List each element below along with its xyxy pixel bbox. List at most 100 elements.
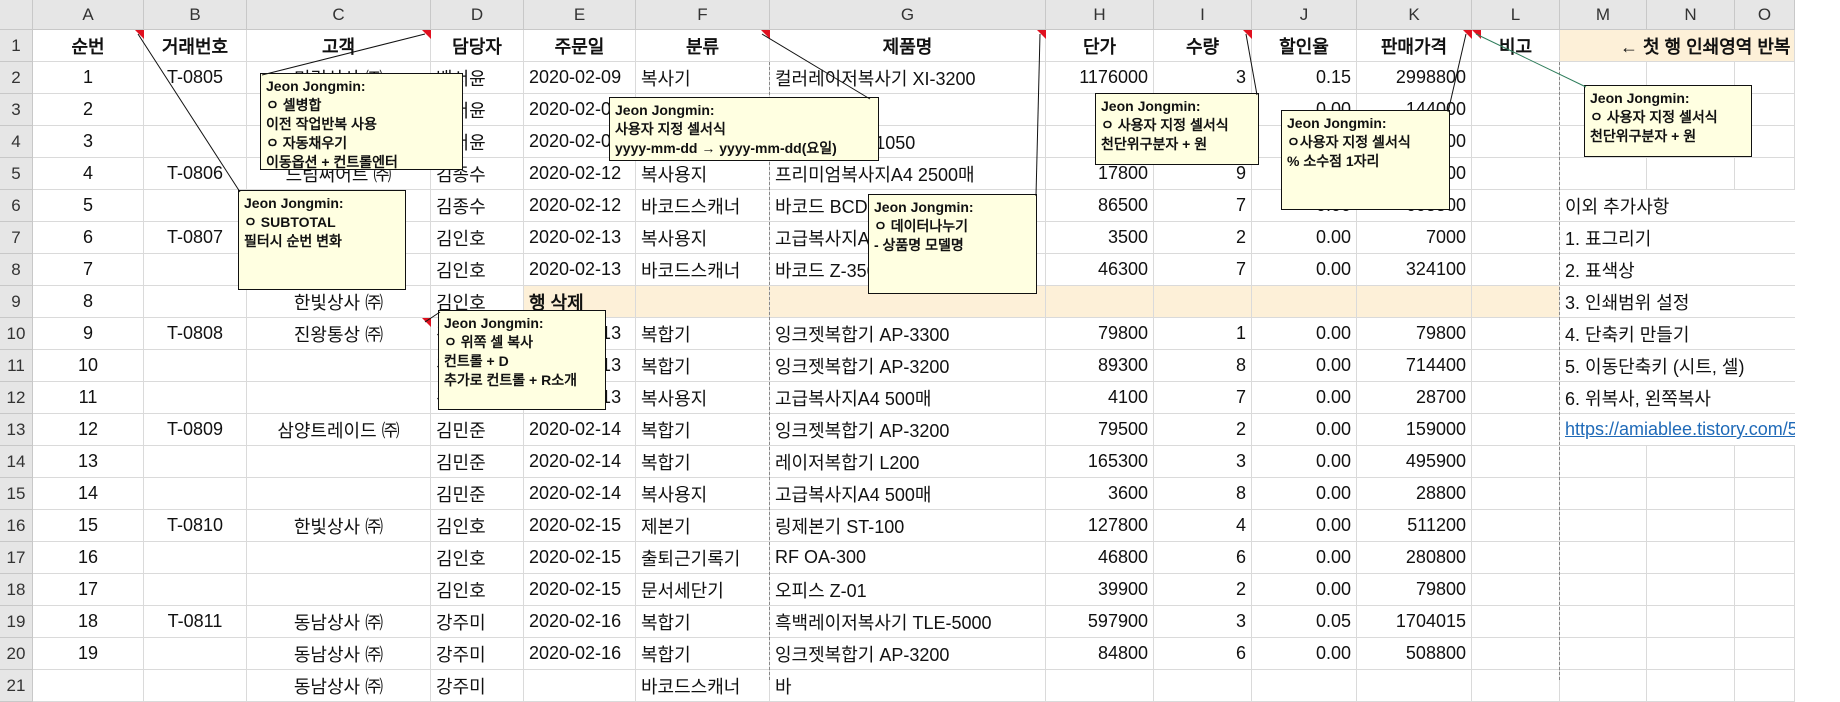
cell-F16[interactable]: 제본기: [636, 510, 770, 542]
cell-F19[interactable]: 복합기: [636, 606, 770, 638]
cell-H20[interactable]: 84800: [1046, 638, 1154, 670]
cell-F17[interactable]: 출퇴근기록기: [636, 542, 770, 574]
cell-A15[interactable]: 14: [33, 478, 144, 510]
cell-A18[interactable]: 17: [33, 574, 144, 606]
note-cell-M6[interactable]: 이외 추가사항: [1560, 190, 1795, 222]
cell-N17[interactable]: [1647, 542, 1735, 574]
cell-H7[interactable]: 3500: [1046, 222, 1154, 254]
cell-H17[interactable]: 46800: [1046, 542, 1154, 574]
cell-A8[interactable]: 7: [33, 254, 144, 286]
cell-G15[interactable]: 고급복사지A4 500매: [770, 478, 1046, 510]
cell-A20[interactable]: 19: [33, 638, 144, 670]
comment-indicator-A1[interactable]: [135, 30, 144, 39]
row-header-6[interactable]: 6: [0, 190, 33, 222]
cell-N14[interactable]: [1647, 446, 1735, 478]
cell-L3[interactable]: [1472, 94, 1560, 126]
header-cell-E[interactable]: 주문일: [524, 30, 636, 62]
cell-A17[interactable]: 16: [33, 542, 144, 574]
cell-I11[interactable]: 8: [1154, 350, 1252, 382]
cell-N21[interactable]: [1647, 670, 1735, 702]
cell-K20[interactable]: 508800: [1357, 638, 1472, 670]
comment-box-c[interactable]: Jeon Jongmin: ㅇ 셀병합 이전 작업반복 사용 ㅇ 자동채우기 이동…: [260, 73, 463, 170]
cell-N15[interactable]: [1647, 478, 1735, 510]
cell-L20[interactable]: [1472, 638, 1560, 670]
cell-K13[interactable]: 159000: [1357, 414, 1472, 446]
cell-B6[interactable]: [144, 190, 247, 222]
comment-box-k[interactable]: Jeon Jongmin: ㅇ사용자 지정 셀서식 % 소수점 1자리: [1281, 110, 1450, 210]
cell-B2[interactable]: T-0805: [144, 62, 247, 94]
column-header-G[interactable]: G: [770, 0, 1046, 30]
column-header-A[interactable]: A: [33, 0, 144, 30]
cell-J18[interactable]: 0.00: [1252, 574, 1357, 606]
header-cell-I[interactable]: 수량: [1154, 30, 1252, 62]
cell-B14[interactable]: [144, 446, 247, 478]
cell-O16[interactable]: [1735, 510, 1795, 542]
column-header-O[interactable]: O: [1735, 0, 1795, 30]
row-header-2[interactable]: 2: [0, 62, 33, 94]
cell-J19[interactable]: 0.05: [1252, 606, 1357, 638]
cell-C11[interactable]: [247, 350, 431, 382]
cell-F18[interactable]: 문서세단기: [636, 574, 770, 606]
cell-K8[interactable]: 324100: [1357, 254, 1472, 286]
cell-H14[interactable]: 165300: [1046, 446, 1154, 478]
row-header-1[interactable]: 1: [0, 30, 33, 62]
cell-D19[interactable]: 강주미: [431, 606, 524, 638]
cell-H6[interactable]: 86500: [1046, 190, 1154, 222]
cell-A19[interactable]: 18: [33, 606, 144, 638]
cell-E14[interactable]: 2020-02-14: [524, 446, 636, 478]
cell-L10[interactable]: [1472, 318, 1560, 350]
cell-J12[interactable]: 0.00: [1252, 382, 1357, 414]
cell-L15[interactable]: [1472, 478, 1560, 510]
cell-N18[interactable]: [1647, 574, 1735, 606]
cell-E5[interactable]: 2020-02-12: [524, 158, 636, 190]
row-header-12[interactable]: 12: [0, 382, 33, 414]
cell-G14[interactable]: 레이저복합기 L200: [770, 446, 1046, 478]
cell-G5[interactable]: 프리미엄복사지A4 2500매: [770, 158, 1046, 190]
header-cell-F[interactable]: 분류: [636, 30, 770, 62]
cell-J14[interactable]: 0.00: [1252, 446, 1357, 478]
cell-N20[interactable]: [1647, 638, 1735, 670]
cell-L14[interactable]: [1472, 446, 1560, 478]
cell-O21[interactable]: [1735, 670, 1795, 702]
cell-F8[interactable]: 바코드스캐너: [636, 254, 770, 286]
cell-I17[interactable]: 6: [1154, 542, 1252, 574]
cell-H8[interactable]: 46300: [1046, 254, 1154, 286]
column-header-K[interactable]: K: [1357, 0, 1472, 30]
cell-G11[interactable]: 잉크젯복합기 AP-3200: [770, 350, 1046, 382]
cell-D20[interactable]: 강주미: [431, 638, 524, 670]
cell-F20[interactable]: 복합기: [636, 638, 770, 670]
cell-F11[interactable]: 복합기: [636, 350, 770, 382]
select-all-corner[interactable]: [0, 0, 33, 30]
comment-indicator-F1[interactable]: [761, 30, 770, 39]
cell-F5[interactable]: 복사용지: [636, 158, 770, 190]
cell-E8[interactable]: 2020-02-13: [524, 254, 636, 286]
cell-B13[interactable]: T-0809: [144, 414, 247, 446]
cell-G16[interactable]: 링제본기 ST-100: [770, 510, 1046, 542]
cell-E20[interactable]: 2020-02-16: [524, 638, 636, 670]
cell-A12[interactable]: 11: [33, 382, 144, 414]
cell-E13[interactable]: 2020-02-14: [524, 414, 636, 446]
cell-F7[interactable]: 복사용지: [636, 222, 770, 254]
column-header-J[interactable]: J: [1252, 0, 1357, 30]
row-header-14[interactable]: 14: [0, 446, 33, 478]
cell-D18[interactable]: 김인호: [431, 574, 524, 606]
cell-I15[interactable]: 8: [1154, 478, 1252, 510]
cell-M21[interactable]: [1560, 670, 1647, 702]
cell-G10[interactable]: 잉크젯복합기 AP-3300: [770, 318, 1046, 350]
cell-J15[interactable]: 0.00: [1252, 478, 1357, 510]
row-header-18[interactable]: 18: [0, 574, 33, 606]
cell-L17[interactable]: [1472, 542, 1560, 574]
comment-indicator-G1[interactable]: [1037, 30, 1046, 39]
cell-I8[interactable]: 7: [1154, 254, 1252, 286]
row-header-9[interactable]: 9: [0, 286, 33, 318]
cell-H21[interactable]: [1046, 670, 1154, 702]
cell-D21[interactable]: 강주미: [431, 670, 524, 702]
cell-L12[interactable]: [1472, 382, 1560, 414]
comment-indicator-I1[interactable]: [1243, 30, 1252, 39]
cell-I6[interactable]: 7: [1154, 190, 1252, 222]
cell-B18[interactable]: [144, 574, 247, 606]
row-header-7[interactable]: 7: [0, 222, 33, 254]
cell-J9[interactable]: [1252, 286, 1357, 318]
cell-H10[interactable]: 79800: [1046, 318, 1154, 350]
cell-I13[interactable]: 2: [1154, 414, 1252, 446]
